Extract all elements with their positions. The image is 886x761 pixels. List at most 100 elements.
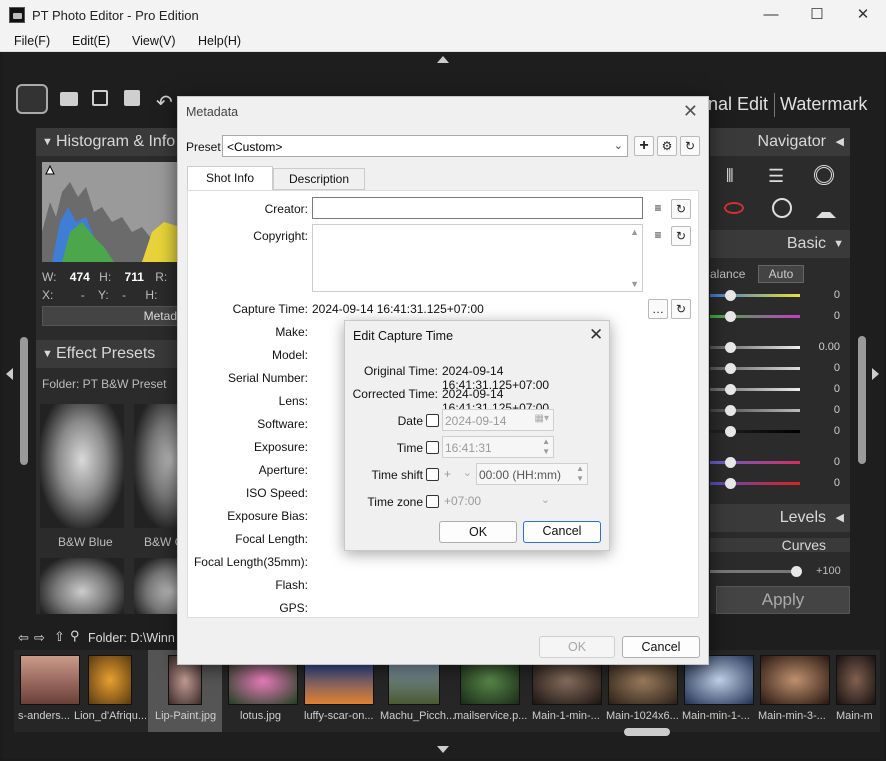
redeye-icon[interactable] xyxy=(724,202,744,214)
levels-header[interactable]: Levels ◀ xyxy=(710,504,850,532)
metadata-close-icon[interactable]: ✕ xyxy=(683,101,698,122)
metadata-ok-button[interactable]: OK xyxy=(539,636,615,658)
slider-amount[interactable] xyxy=(710,570,800,573)
search-icon[interactable]: ⚲ xyxy=(70,628,80,644)
time-shift-sign-select[interactable]: + ⌄ xyxy=(442,463,474,485)
thumb-10[interactable] xyxy=(760,655,830,705)
knob-tint[interactable] xyxy=(725,311,736,322)
save-icon[interactable] xyxy=(92,90,108,106)
spiral-icon[interactable] xyxy=(814,165,834,185)
gear-icon[interactable]: ⚙ xyxy=(657,136,677,156)
save-as-icon[interactable] xyxy=(124,90,140,106)
collapse-left-icon[interactable] xyxy=(6,368,13,380)
preset-select[interactable]: <Custom> ⌄ xyxy=(222,135,628,157)
preset-thumb-1[interactable] xyxy=(40,404,124,528)
slider-shadows[interactable] xyxy=(710,409,800,412)
menu-help[interactable]: Help(H) xyxy=(198,34,241,48)
stamp-icon[interactable] xyxy=(816,198,836,218)
basic-header[interactable]: Basic ▼ xyxy=(710,230,850,258)
tab-shot-info[interactable]: Shot Info xyxy=(187,166,273,190)
close-button[interactable]: ✕ xyxy=(840,0,886,30)
time-shift-input[interactable]: 00:00 (HH:mm) ▲ ▼ xyxy=(476,463,588,485)
add-preset-button[interactable]: + xyxy=(634,136,654,156)
slider-exposure[interactable] xyxy=(710,346,800,349)
menu-view[interactable]: View(V) xyxy=(132,34,176,48)
metadata-cancel-button[interactable]: Cancel xyxy=(622,636,700,658)
knob-saturation[interactable] xyxy=(725,478,736,489)
reset-preset-button[interactable]: ↻ xyxy=(680,136,700,156)
creator-input[interactable] xyxy=(312,197,643,219)
align-icon[interactable]: ☰ xyxy=(768,166,784,187)
preset-thumb-3[interactable] xyxy=(40,558,124,614)
tab-final-edit[interactable]: nal Edit xyxy=(708,94,768,115)
nav-back-icon[interactable]: ⇦ xyxy=(18,630,29,646)
knob-blacks[interactable] xyxy=(725,426,736,437)
nav-forward-icon[interactable]: ⇨ xyxy=(34,630,45,646)
capture-cancel-button[interactable]: Cancel xyxy=(523,521,601,543)
slider-temp[interactable] xyxy=(710,294,800,297)
left-scrollbar[interactable] xyxy=(20,337,28,465)
maximize-button[interactable]: ☐ xyxy=(794,0,840,30)
menu-file[interactable]: File(F) xyxy=(14,34,50,48)
thumb-1[interactable] xyxy=(88,655,132,705)
scroll-up-icon[interactable]: ▲ xyxy=(630,227,639,237)
tab-description[interactable]: Description xyxy=(273,168,365,190)
nav-up-icon[interactable]: ⇧ xyxy=(54,629,65,645)
shift-spinner-icon[interactable]: ▲ ▼ xyxy=(576,464,584,484)
minimize-button[interactable]: — xyxy=(748,0,794,30)
knob-shadows[interactable] xyxy=(725,405,736,416)
collapse-top-icon[interactable] xyxy=(437,56,449,63)
knob-highlights[interactable] xyxy=(725,384,736,395)
time-checkbox[interactable] xyxy=(426,441,439,454)
crop-circle-icon[interactable] xyxy=(772,198,792,218)
creator-menu-icon[interactable]: ≡ xyxy=(648,199,668,219)
histogram-header[interactable]: ▼ Histogram & Info xyxy=(36,128,180,156)
scroll-down-icon[interactable]: ▼ xyxy=(630,279,639,289)
effect-presets-header[interactable]: ▼ Effect Presets xyxy=(36,340,180,368)
date-checkbox[interactable] xyxy=(426,414,439,427)
time-zone-select[interactable]: +07:00 ⌄ xyxy=(442,490,554,512)
copyright-reset-button[interactable]: ↻ xyxy=(671,226,691,246)
open-folder-icon[interactable] xyxy=(60,92,78,106)
slider-tint[interactable] xyxy=(710,315,800,318)
thumb-11[interactable] xyxy=(836,655,876,705)
slider-blacks[interactable] xyxy=(710,430,800,433)
collapse-bottom-icon[interactable] xyxy=(437,746,449,753)
preset-thumb-2[interactable] xyxy=(134,404,180,528)
copyright-input[interactable]: ▲ ▼ xyxy=(312,224,643,292)
knob-vibrance[interactable] xyxy=(725,457,736,468)
apply-button[interactable]: Apply xyxy=(716,586,850,614)
undo-icon[interactable]: ↶ xyxy=(156,90,173,115)
menu-edit[interactable]: Edit(E) xyxy=(72,34,110,48)
time-zone-checkbox[interactable] xyxy=(426,495,439,508)
metadata-button[interactable]: Metad xyxy=(42,306,180,326)
tab-watermark[interactable]: Watermark xyxy=(780,94,867,115)
time-shift-checkbox[interactable] xyxy=(426,468,439,481)
time-spinner-icon[interactable]: ▲ ▼ xyxy=(542,437,550,457)
capture-time-reset-button[interactable]: ↻ xyxy=(671,299,691,319)
auto-button[interactable]: Auto xyxy=(758,265,804,283)
filmstrip-scrollbar[interactable] xyxy=(624,728,670,736)
right-scrollbar[interactable] xyxy=(858,336,866,464)
navigator-header[interactable]: Navigator ◀ xyxy=(710,128,850,156)
date-picker[interactable]: 2024-09-14 ▦▾ xyxy=(442,409,554,431)
capture-ok-button[interactable]: OK xyxy=(439,521,517,543)
capture-dialog-close-icon[interactable]: ✕ xyxy=(589,325,603,345)
curves-header[interactable]: Curves xyxy=(710,538,850,552)
knob-amount[interactable] xyxy=(791,566,802,577)
slider-vibrance[interactable] xyxy=(710,461,800,464)
calendar-icon[interactable]: ▦▾ xyxy=(535,413,549,424)
collapse-right-icon[interactable] xyxy=(872,368,879,380)
knob-temp[interactable] xyxy=(725,290,736,301)
thumb-0[interactable] xyxy=(20,655,80,705)
edit-capture-time-button[interactable]: … xyxy=(648,299,668,319)
slider-highlights[interactable] xyxy=(710,388,800,391)
knob-contrast[interactable] xyxy=(725,363,736,374)
slider-saturation[interactable] xyxy=(710,482,800,485)
time-input[interactable]: 16:41:31 ▲ ▼ xyxy=(442,436,554,458)
creator-reset-button[interactable]: ↻ xyxy=(671,199,691,219)
copyright-menu-icon[interactable]: ≡ xyxy=(648,226,668,246)
knob-exposure[interactable] xyxy=(725,342,736,353)
slider-contrast[interactable] xyxy=(710,367,800,370)
bars-icon[interactable]: ⫴ xyxy=(726,166,734,187)
